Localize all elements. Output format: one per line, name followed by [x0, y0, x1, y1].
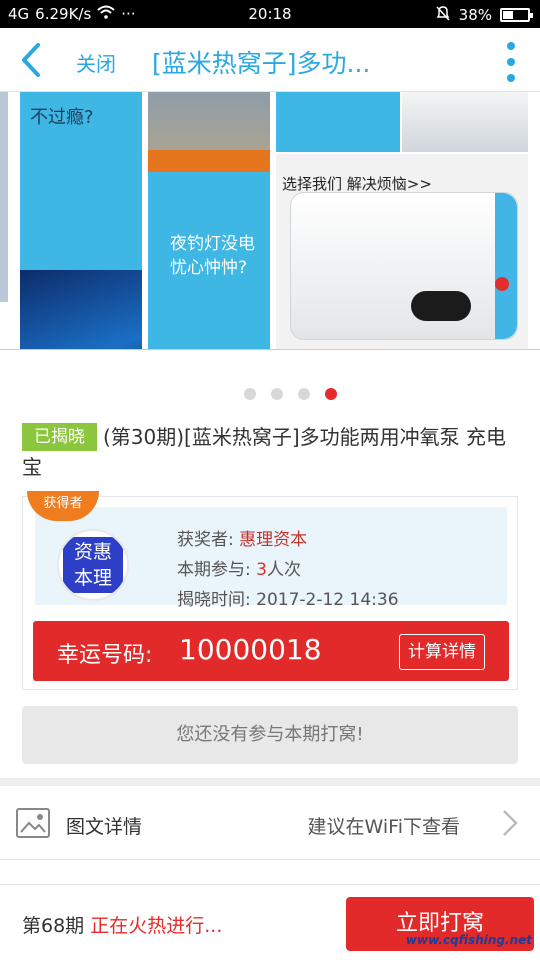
carousel-pagination — [0, 388, 540, 400]
banner-caption: 夜钓灯没电 忧心忡忡? — [170, 234, 255, 278]
nav-bar: 关闭 [蓝米热窝子]多功... — [0, 28, 540, 92]
winner-card: 获奖者: 惠理资本 本期参与: 3人次 揭晓时间: 2017-2-12 14:3… — [22, 491, 518, 690]
page-title: [蓝米热窝子]多功... — [152, 49, 371, 78]
lucky-number-bar: 幸运号码: 10000018 计算详情 — [33, 621, 509, 681]
flashlight-image — [20, 270, 142, 350]
winner-name[interactable]: 惠理资本 — [239, 530, 307, 550]
banner-tile — [0, 92, 8, 302]
laptop-image — [402, 92, 528, 152]
participation-label: 本期参与: — [177, 560, 251, 580]
reveal-time-value: 2017-2-12 14:36 — [256, 590, 399, 610]
status-bar: 4G 6.29K/s ··· 20:18 38% — [0, 0, 540, 28]
product-banner-carousel[interactable]: 不过瘾? 夜钓灯没电 忧心忡忡? 选择我们 解决烦恼>> — [0, 92, 540, 350]
more-dot-icon — [507, 42, 515, 50]
banner-caption: 不过瘾? — [30, 107, 94, 128]
banner-edge — [530, 92, 540, 350]
participation-notice: 您还没有参与本期打窝! — [22, 706, 518, 764]
winner-label: 获奖者: — [177, 530, 234, 550]
battery-icon — [500, 8, 533, 22]
more-dot-icon — [507, 58, 515, 66]
more-menu-button[interactable] — [504, 42, 518, 82]
current-period[interactable]: 第68期 正在火热进行... — [22, 911, 222, 938]
mute-bell-icon — [435, 5, 451, 25]
back-button[interactable] — [16, 42, 50, 78]
image-icon — [16, 808, 50, 838]
avatar[interactable]: 资惠 本理 — [57, 529, 129, 601]
power-bank-image — [290, 192, 518, 340]
chevron-left-icon — [22, 43, 40, 77]
calculation-details-button[interactable]: 计算详情 — [399, 634, 485, 670]
status-badge: 已揭晓 — [22, 423, 97, 451]
section-divider — [0, 778, 540, 786]
chevron-right-icon — [503, 810, 518, 836]
details-label: 图文详情 — [66, 816, 143, 838]
period-number: 第68期 — [22, 915, 85, 937]
divider — [0, 349, 540, 350]
carousel-dot[interactable] — [270, 388, 283, 400]
lucky-number-label: 幸运号码: — [57, 643, 153, 668]
participation-row: 本期参与: 3人次 — [177, 555, 301, 580]
carousel-dot[interactable] — [297, 388, 310, 400]
banner-tile — [148, 150, 270, 172]
battery-percent: 38% — [458, 6, 492, 24]
wifi-hint: 建议在WiFi下查看 — [307, 816, 460, 838]
period-status: 正在火热进行... — [90, 915, 223, 937]
participation-unit: 人次 — [266, 560, 301, 580]
participation-count: 3 — [256, 560, 267, 580]
carousel-dot-active[interactable] — [324, 388, 337, 400]
close-button[interactable]: 关闭 — [76, 48, 116, 77]
product-title-block: 已揭晓 (第30期)[蓝米热窝子]多功能两用冲氧泵 充电宝 — [22, 422, 522, 482]
more-dot-icon — [507, 74, 515, 82]
winner-row: 获奖者: 惠理资本 — [177, 525, 307, 550]
banner-tile — [276, 92, 400, 152]
image-text-details-row[interactable]: 图文详情 建议在WiFi下查看 — [0, 786, 540, 860]
reveal-time-row: 揭晓时间: 2017-2-12 14:36 — [177, 585, 399, 610]
carousel-dot[interactable] — [243, 388, 256, 400]
reveal-time-label: 揭晓时间: — [177, 590, 251, 610]
watermark: www.cqfishing.net — [405, 933, 532, 947]
bottom-bar: 第68期 正在火热进行... 立即打窝 www.cqfishing.net — [0, 885, 540, 960]
lucky-number: 10000018 — [179, 633, 322, 666]
avatar-logo: 资惠 本理 — [63, 537, 123, 593]
